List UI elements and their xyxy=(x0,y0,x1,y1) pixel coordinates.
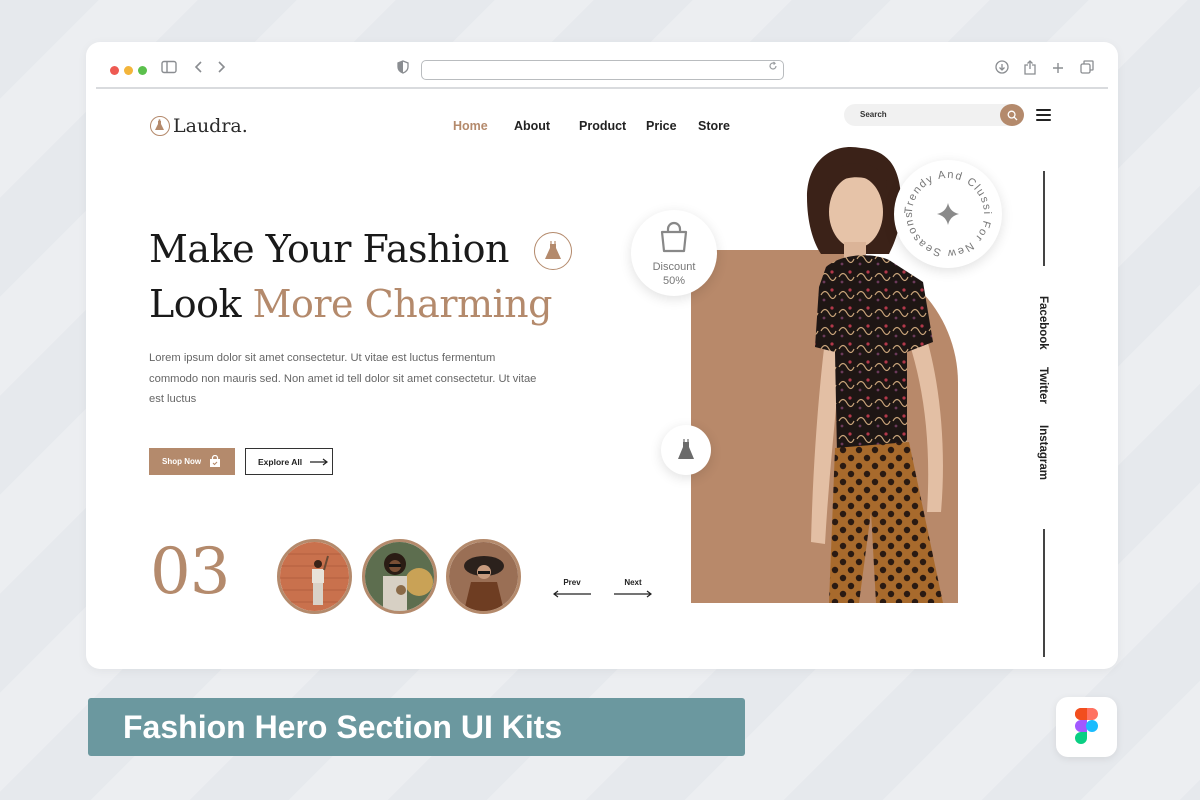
shield-icon[interactable] xyxy=(397,60,409,80)
nav-product[interactable]: Product xyxy=(579,119,626,133)
arrow-right-icon xyxy=(614,590,652,598)
arrow-right-icon xyxy=(310,458,329,465)
headline-plain: Look xyxy=(149,282,253,326)
nav-home[interactable]: Home xyxy=(453,119,488,133)
nav-store[interactable]: Store xyxy=(698,119,730,133)
social-divider-bottom xyxy=(1043,529,1045,657)
chevron-left-icon[interactable] xyxy=(194,60,204,80)
arrow-left-icon xyxy=(553,590,591,598)
share-icon[interactable] xyxy=(1024,60,1036,81)
next-button[interactable]: Next xyxy=(614,578,652,600)
headline-line-1: Make Your Fashion xyxy=(149,227,509,271)
chevron-right-icon[interactable] xyxy=(216,60,226,80)
reload-icon[interactable] xyxy=(768,61,778,74)
maximize-window-button[interactable] xyxy=(138,66,147,75)
browser-toolbar xyxy=(86,42,1118,89)
nav-price[interactable]: Price xyxy=(646,119,677,133)
shop-now-label: Shop Now xyxy=(162,457,202,466)
minimize-window-button[interactable] xyxy=(124,66,133,75)
address-bar[interactable] xyxy=(421,60,784,80)
shopping-bag-icon xyxy=(210,455,221,467)
headline-accent: More Charming xyxy=(252,282,553,326)
logo-text: Laudra. xyxy=(173,115,248,137)
social-facebook[interactable]: Facebook xyxy=(1037,296,1049,350)
caption-title: Fashion Hero Section UI Kits xyxy=(123,709,563,745)
season-seal-badge: Trendy And Clussi For New Seasons xyxy=(894,160,1002,268)
prev-label: Prev xyxy=(563,578,581,587)
browser-window: Laudra. Home About Product Price Store S… xyxy=(86,42,1118,669)
sparkle-icon xyxy=(937,203,959,225)
menu-icon[interactable] xyxy=(1036,109,1051,121)
dress-icon xyxy=(678,439,694,459)
search-input[interactable]: Search xyxy=(844,104,1024,126)
discount-label: Discount xyxy=(652,261,696,273)
hero-headline: Make Your Fashion Look More Charming xyxy=(149,222,552,332)
tabs-icon[interactable] xyxy=(1080,60,1094,80)
product-thumbnail-3[interactable] xyxy=(446,539,521,614)
nav-about[interactable]: About xyxy=(514,119,550,133)
logo[interactable]: Laudra. xyxy=(150,114,248,138)
shop-now-button[interactable]: Shop Now xyxy=(149,448,235,475)
dress-logo-icon xyxy=(150,116,170,136)
toolbar-divider xyxy=(96,87,1108,89)
shopping-bag-icon xyxy=(660,221,688,253)
plus-icon[interactable] xyxy=(1052,60,1064,80)
social-divider-top xyxy=(1043,171,1045,266)
search-button[interactable] xyxy=(1000,104,1024,126)
discount-value: 50% xyxy=(662,275,686,287)
product-thumbnail-2[interactable] xyxy=(362,539,437,614)
headline-line-2: Look More Charming xyxy=(149,277,552,332)
dress-badge-icon xyxy=(534,232,572,270)
dress-category-button[interactable] xyxy=(661,425,711,475)
social-twitter[interactable]: Twitter xyxy=(1037,367,1049,404)
product-thumbnail-1[interactable] xyxy=(277,539,352,614)
social-instagram[interactable]: Instagram xyxy=(1037,425,1049,480)
download-icon[interactable] xyxy=(995,60,1009,80)
caption-banner: Fashion Hero Section UI Kits xyxy=(88,698,745,756)
prev-button[interactable]: Prev xyxy=(553,578,591,600)
search-placeholder: Search xyxy=(860,110,887,119)
search-icon xyxy=(1007,110,1017,120)
discount-badge[interactable]: Discount 50% xyxy=(631,210,717,296)
sidebar-icon[interactable] xyxy=(161,60,177,80)
hero-description: Lorem ipsum dolor sit amet consectetur. … xyxy=(149,352,537,405)
close-window-button[interactable] xyxy=(110,66,119,75)
explore-all-button[interactable]: Explore All xyxy=(245,448,333,475)
next-label: Next xyxy=(624,578,642,587)
collection-count: 03 xyxy=(150,535,230,609)
explore-all-label: Explore All xyxy=(258,456,303,467)
figma-logo-icon xyxy=(1056,697,1117,757)
